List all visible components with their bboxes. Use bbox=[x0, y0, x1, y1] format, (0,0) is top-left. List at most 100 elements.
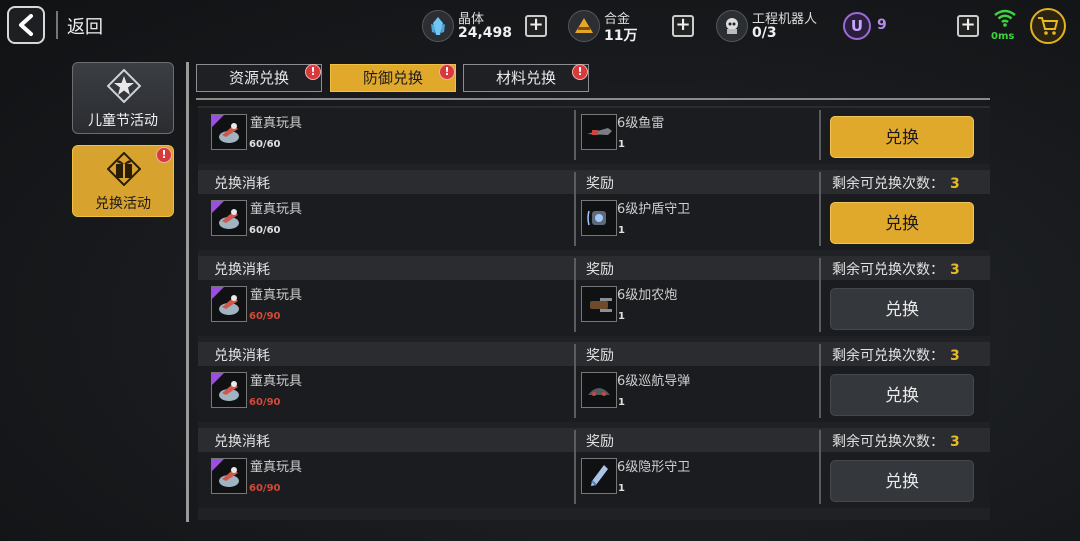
remaining-count: 3 bbox=[950, 262, 960, 278]
alert-badge: ! bbox=[305, 64, 321, 80]
robot-value: 0/3 bbox=[752, 25, 777, 41]
cost-item-name: 童真玩具 bbox=[250, 116, 303, 131]
back-label[interactable]: 返回 bbox=[67, 13, 103, 39]
divider bbox=[56, 11, 58, 39]
cost-item-name: 童真玩具 bbox=[250, 374, 303, 389]
cost-header: 兑换消耗 bbox=[214, 348, 270, 364]
sidebar-item-childrens-day[interactable]: 儿童节活动 bbox=[72, 62, 174, 134]
cost-item-name: 童真玩具 bbox=[250, 288, 303, 303]
reward-header: 奖励 bbox=[586, 348, 614, 364]
column-divider bbox=[819, 110, 821, 160]
shield-guard-item-icon[interactable] bbox=[581, 200, 617, 236]
reward-item-count: 1 bbox=[618, 225, 625, 236]
sidebar-item-exchange[interactable]: 兑换活动 ! bbox=[72, 145, 174, 217]
reward-item-name: 6级隐形守卫 bbox=[617, 460, 691, 475]
cost-item-count: 60/60 bbox=[249, 225, 281, 236]
reward-item-count: 1 bbox=[618, 139, 625, 150]
chevron-left-icon bbox=[19, 14, 33, 36]
cruise-missile-item-icon[interactable] bbox=[581, 372, 617, 408]
exchange-button[interactable]: 兑换 bbox=[830, 288, 974, 330]
tab-underline bbox=[196, 98, 990, 100]
toy-item-icon[interactable] bbox=[211, 286, 247, 322]
cost-item-count: 60/90 bbox=[249, 483, 281, 494]
cost-item-count: 60/60 bbox=[249, 139, 281, 150]
sidebar-item-label: 儿童节活动 bbox=[88, 113, 158, 129]
reward-item-count: 1 bbox=[618, 397, 625, 408]
alert-badge: ! bbox=[572, 64, 588, 80]
cost-item-name: 童真玩具 bbox=[250, 202, 303, 217]
exchange-row: 童真玩具 60/60 6级鱼雷 1 兑换 bbox=[198, 106, 990, 164]
remaining-count: 3 bbox=[950, 434, 960, 450]
shop-cart-button[interactable] bbox=[1030, 8, 1066, 44]
exchange-row: 兑换消耗 奖励 剩余可兑换次数： 3 童真玩具 60/90 6级巡航导弹 1 兑换 bbox=[198, 342, 990, 422]
crystal-value: 24,498 bbox=[458, 25, 513, 41]
cost-header: 兑换消耗 bbox=[214, 262, 270, 278]
tab-label: 防御兑换 bbox=[362, 69, 423, 87]
add-crystal-button[interactable]: + bbox=[525, 15, 547, 37]
alloy-resource: 合金 11万 bbox=[568, 6, 658, 46]
tab-defense-exchange[interactable]: 防御兑换 ! bbox=[330, 64, 456, 92]
robot-resource: 工程机器人 0/3 bbox=[716, 6, 826, 46]
network-status: 0ms bbox=[990, 8, 1020, 44]
cost-header: 兑换消耗 bbox=[214, 176, 270, 192]
tab-resource-exchange[interactable]: 资源兑换 ! bbox=[196, 64, 322, 92]
gift-box-icon bbox=[106, 151, 142, 187]
column-divider bbox=[819, 430, 821, 504]
exchange-button[interactable]: 兑换 bbox=[830, 202, 974, 244]
reward-item-count: 1 bbox=[618, 483, 625, 494]
sidebar-divider bbox=[186, 62, 189, 522]
reward-item-name: 6级加农炮 bbox=[617, 288, 678, 303]
remaining-header: 剩余可兑换次数： 3 bbox=[832, 173, 960, 193]
remaining-header: 剩余可兑换次数： 3 bbox=[832, 345, 960, 365]
alert-badge: ! bbox=[156, 147, 172, 163]
remaining-header: 剩余可兑换次数： 3 bbox=[832, 259, 960, 279]
top-bar: 返回 晶体 24,498 + 合金 11万 + 工程机器人 0/3 U 9 + … bbox=[0, 0, 1080, 52]
column-divider bbox=[819, 258, 821, 332]
cost-item-count: 60/90 bbox=[249, 311, 281, 322]
cost-item-name: 童真玩具 bbox=[250, 460, 303, 475]
crystal-icon bbox=[422, 10, 454, 42]
add-uni-button[interactable]: + bbox=[957, 15, 979, 37]
sidebar-item-label: 兑换活动 bbox=[95, 196, 151, 212]
toy-item-icon[interactable] bbox=[211, 200, 247, 236]
reward-header: 奖励 bbox=[586, 434, 614, 450]
remaining-label: 剩余可兑换次数： bbox=[832, 262, 944, 278]
exchange-row: 兑换消耗 奖励 剩余可兑换次数： 3 童真玩具 60/60 6级护盾守卫 1 兑换 bbox=[198, 170, 990, 250]
add-alloy-button[interactable]: + bbox=[672, 15, 694, 37]
robot-icon bbox=[716, 10, 748, 42]
reward-item-count: 1 bbox=[618, 311, 625, 322]
tab-material-exchange[interactable]: 材料兑换 ! bbox=[463, 64, 589, 92]
remaining-count: 3 bbox=[950, 176, 960, 192]
uni-currency-icon: U bbox=[843, 12, 871, 40]
toy-item-icon[interactable] bbox=[211, 372, 247, 408]
uni-currency-value: 9 bbox=[877, 17, 887, 33]
ping-value: 0ms bbox=[991, 31, 1015, 42]
reward-header: 奖励 bbox=[586, 176, 614, 192]
alert-badge: ! bbox=[439, 64, 455, 80]
reward-item-name: 6级巡航导弹 bbox=[617, 374, 691, 389]
toy-item-icon[interactable] bbox=[211, 458, 247, 494]
remaining-label: 剩余可兑换次数： bbox=[832, 434, 944, 450]
column-divider bbox=[574, 172, 576, 246]
reward-item-name: 6级鱼雷 bbox=[617, 116, 665, 131]
exchange-button[interactable]: 兑换 bbox=[830, 374, 974, 416]
exchange-row: 兑换消耗 奖励 剩余可兑换次数： 3 童真玩具 60/90 6级隐形守卫 1 兑换 bbox=[198, 428, 990, 508]
exchange-button[interactable]: 兑换 bbox=[830, 460, 974, 502]
remaining-count: 3 bbox=[950, 348, 960, 364]
column-divider bbox=[574, 258, 576, 332]
reward-item-name: 6级护盾守卫 bbox=[617, 202, 691, 217]
cannon-item-icon[interactable] bbox=[581, 286, 617, 322]
exchange-button[interactable]: 兑换 bbox=[830, 116, 974, 158]
exchange-list[interactable]: 童真玩具 60/60 6级鱼雷 1 兑换 兑换消耗 奖励 剩余可兑换次数： 3 童… bbox=[198, 106, 990, 520]
stealth-guard-item-icon[interactable] bbox=[581, 458, 617, 494]
cart-icon bbox=[1038, 17, 1059, 35]
tab-label: 资源兑换 bbox=[228, 69, 289, 87]
torpedo-item-icon[interactable] bbox=[581, 114, 617, 150]
column-divider bbox=[574, 110, 576, 160]
tab-label: 材料兑换 bbox=[495, 69, 556, 87]
alloy-icon bbox=[568, 10, 600, 42]
toy-item-icon[interactable] bbox=[211, 114, 247, 150]
back-button[interactable] bbox=[7, 6, 45, 44]
column-divider bbox=[574, 430, 576, 504]
alloy-value: 11万 bbox=[604, 28, 638, 44]
